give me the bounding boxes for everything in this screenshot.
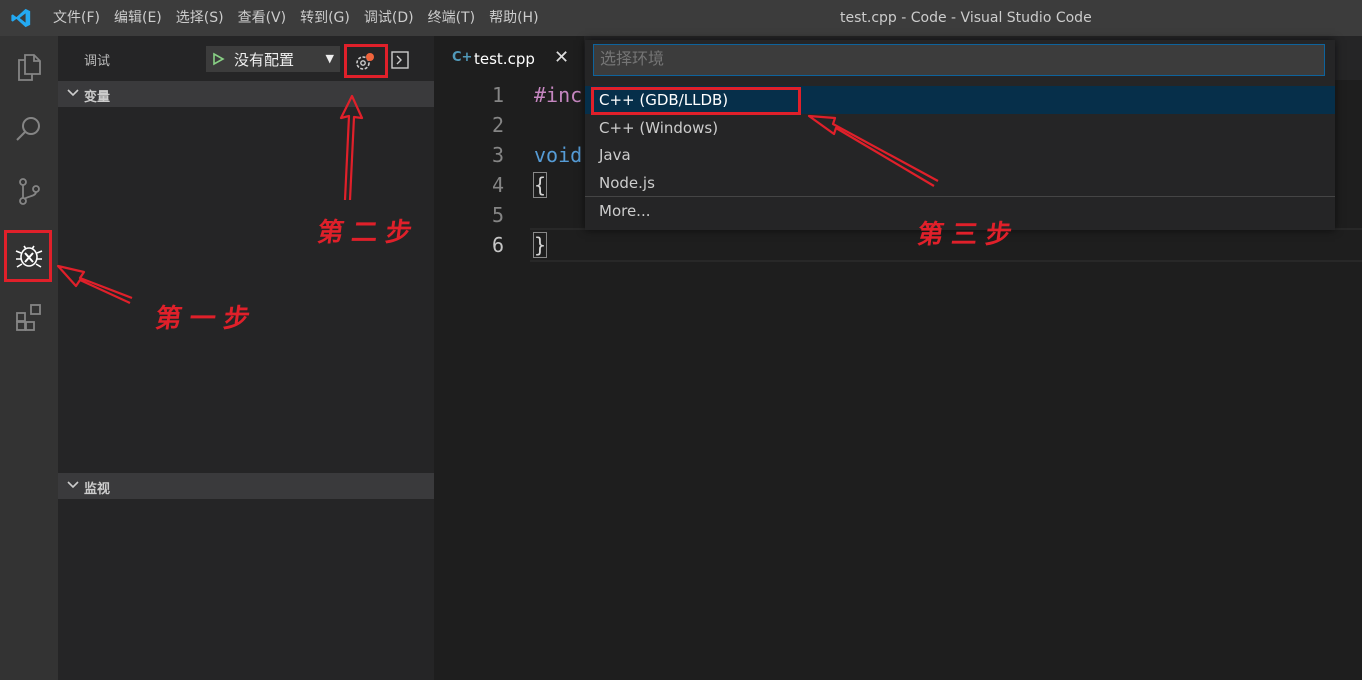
tab-label: test.cpp (474, 50, 535, 68)
section-variables[interactable]: 变量 (58, 81, 434, 107)
section-watch-label: 监视 (84, 482, 111, 497)
quick-pick-item-label: More... (599, 202, 651, 220)
line-number-active: 6 (491, 233, 504, 257)
menu-go[interactable]: 转到(G) (293, 0, 357, 36)
debug-sidebar: 调试 没有配置 ▼ 变量 监视 (58, 36, 434, 680)
window-title: test.cpp - Code - Visual Studio Code (840, 10, 1092, 26)
title-bar: 文件(F) 编辑(E) 选择(S) 查看(V) 转到(G) 调试(D) 终端(T… (0, 0, 1362, 36)
chevron-down-icon (67, 481, 79, 489)
quick-pick-input[interactable] (593, 44, 1325, 76)
menu-view[interactable]: 查看(V) (231, 0, 294, 36)
quick-pick-item-label: Java (599, 146, 631, 164)
extensions-icon (16, 304, 41, 331)
sidebar-title: 调试 (84, 54, 111, 69)
menu-file[interactable]: 文件(F) (46, 0, 107, 36)
search-icon (16, 117, 40, 141)
terminal-icon (391, 51, 409, 69)
menu-debug[interactable]: 调试(D) (357, 0, 421, 36)
debug-config-value: 没有配置 (234, 50, 295, 69)
code-line: } (532, 232, 548, 258)
vscode-logo-icon (11, 8, 31, 28)
menu-bar: 文件(F) 编辑(E) 选择(S) 查看(V) 转到(G) 调试(D) 终端(T… (46, 0, 546, 36)
quick-pick-item-cpp-windows[interactable]: C++ (Windows) (585, 114, 1335, 142)
annotation-box-debug (4, 230, 52, 282)
quick-pick-item-nodejs[interactable]: Node.js (585, 169, 1335, 197)
annotation-step-2: 第二步 (315, 218, 422, 248)
debug-console-button[interactable] (390, 50, 410, 70)
debug-config-select[interactable]: 没有配置 ▼ (206, 46, 340, 72)
select-environment-quick-pick: C++ (GDB/LLDB) C++ (Windows) Java Node.j… (585, 40, 1335, 230)
menu-edit[interactable]: 编辑(E) (107, 0, 169, 36)
source-control-icon (19, 178, 40, 205)
section-variables-label: 变量 (84, 90, 111, 105)
annotation-step-3: 第三步 (915, 220, 1022, 250)
menu-help[interactable]: 帮助(H) (482, 0, 545, 36)
explorer-button[interactable] (8, 46, 50, 88)
cpp-file-icon: C+ (452, 50, 473, 65)
annotation-step-1: 第一步 (153, 304, 260, 334)
quick-pick-item-label: Node.js (599, 174, 655, 192)
line-number: 4 (491, 173, 504, 197)
line-number: 5 (491, 203, 504, 227)
annotation-box-gear (344, 44, 388, 78)
line-number: 3 (491, 143, 504, 167)
line-number: 1 (491, 83, 504, 107)
menu-selection[interactable]: 选择(S) (169, 0, 231, 36)
start-debugging-icon[interactable] (206, 47, 230, 71)
section-watch[interactable]: 监视 (58, 473, 434, 499)
annotation-box-cpp (591, 87, 801, 115)
extensions-button[interactable] (8, 296, 50, 338)
files-icon (18, 54, 41, 81)
code-line: #inc (534, 83, 583, 107)
search-button[interactable] (8, 108, 50, 150)
quick-pick-item-label: C++ (Windows) (599, 119, 719, 137)
chevron-down-icon (67, 89, 79, 97)
code-line: void (534, 143, 583, 167)
activity-bar (0, 36, 58, 680)
source-control-button[interactable] (8, 170, 50, 212)
code-line: { (532, 172, 548, 198)
close-icon[interactable]: ✕ (554, 47, 569, 68)
line-number: 2 (491, 113, 504, 137)
tab-test-cpp[interactable]: C+ test.cpp ✕ (434, 36, 584, 80)
menu-terminal[interactable]: 终端(T) (421, 0, 482, 36)
quick-pick-item-java[interactable]: Java (585, 141, 1335, 169)
dropdown-arrow-icon: ▼ (325, 52, 334, 65)
